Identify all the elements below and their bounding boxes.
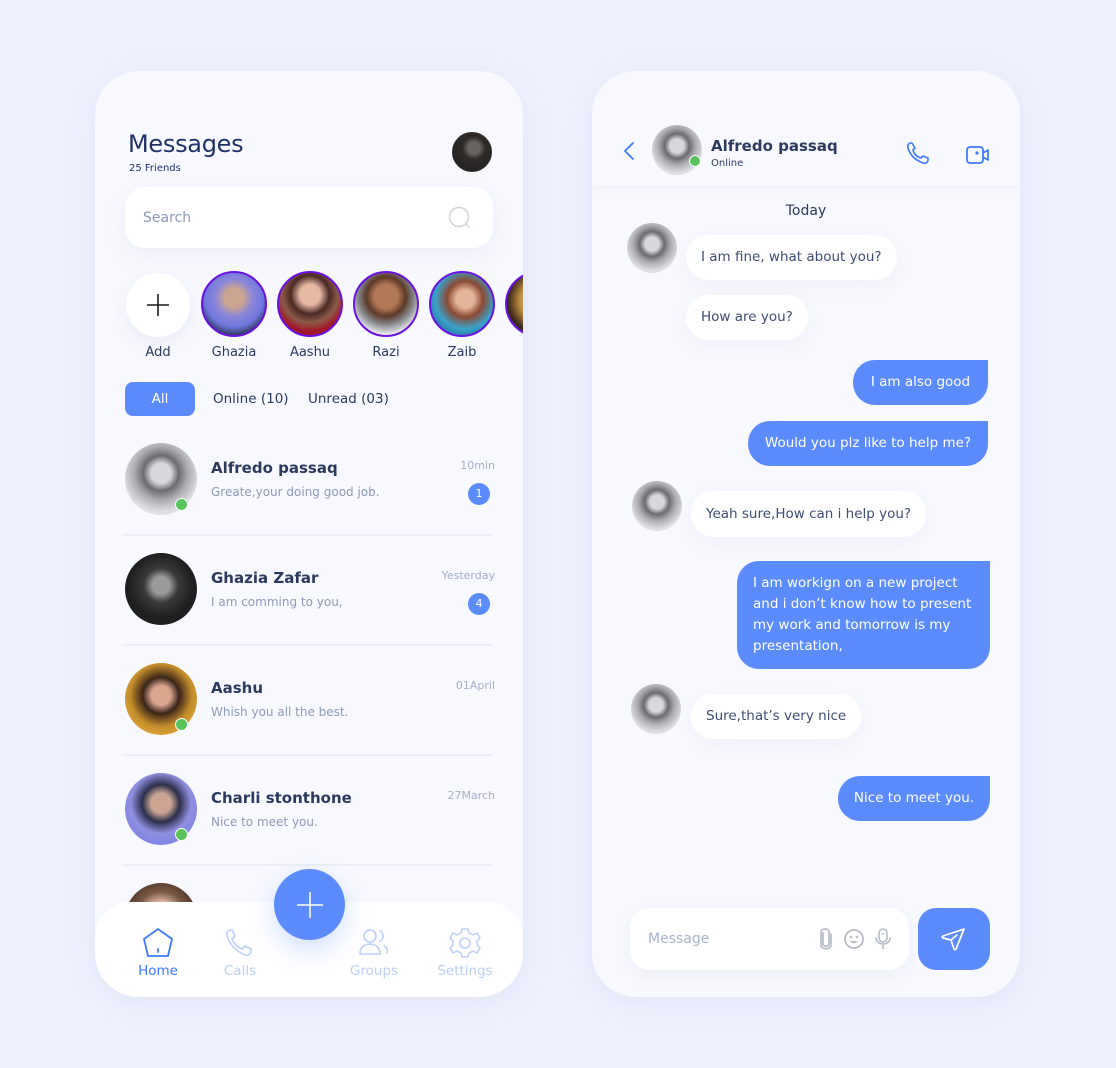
divider xyxy=(122,534,493,536)
chat-header: Alfredo passaq Online xyxy=(592,71,1020,186)
nav-home[interactable]: Home xyxy=(135,927,181,979)
divider xyxy=(122,644,493,646)
divider xyxy=(122,754,493,756)
message-preview: Whish you all the best. xyxy=(211,705,349,719)
plus-icon xyxy=(147,294,169,316)
send-button[interactable] xyxy=(918,908,990,970)
nav-settings[interactable]: Settings xyxy=(436,927,494,979)
story-item[interactable] xyxy=(505,271,523,337)
contact-name: Alfredo passaq xyxy=(211,459,338,477)
chat-screen: Alfredo passaq Online Today I am fine, w… xyxy=(592,71,1020,997)
new-message-button[interactable] xyxy=(274,869,345,940)
nav-label: Groups xyxy=(349,963,399,979)
story-avatar xyxy=(277,271,343,337)
story-avatar xyxy=(429,271,495,337)
story-item[interactable]: Razi xyxy=(353,271,419,360)
messages-screen: Messages 25 Friends Add Ghazia Aashu xyxy=(95,71,523,997)
story-label: Ghazia xyxy=(211,345,257,360)
groups-icon xyxy=(359,929,389,955)
chat-list-item[interactable]: Alfredo passaq Greate,your doing good jo… xyxy=(122,443,502,553)
friends-count: 25 Friends xyxy=(129,163,181,174)
add-story-button[interactable] xyxy=(126,273,190,337)
search-icon[interactable] xyxy=(447,205,473,231)
chat-list: Alfredo passaq Greate,your doing good jo… xyxy=(122,443,502,883)
message-bubble-outgoing: Nice to meet you. xyxy=(838,776,990,821)
day-separator: Today xyxy=(785,203,827,219)
tab-all[interactable]: All xyxy=(125,382,195,416)
message-time: Yesterday xyxy=(441,569,495,582)
phone-icon xyxy=(225,929,252,957)
contact-avatar[interactable] xyxy=(652,125,702,175)
divider xyxy=(122,864,493,866)
settings-icon xyxy=(449,928,481,958)
search-input[interactable] xyxy=(143,205,433,231)
contact-status: Online xyxy=(711,158,744,169)
online-indicator xyxy=(689,155,701,167)
message-bubble-outgoing: I am workign on a new project and i don’… xyxy=(737,561,990,669)
chat-list-item[interactable]: Charli stonthone Nice to meet you. 27Mar… xyxy=(122,773,502,883)
story-avatar xyxy=(201,271,267,337)
tab-online[interactable]: Online (10) xyxy=(213,382,289,416)
message-input[interactable] xyxy=(648,926,808,952)
profile-avatar[interactable] xyxy=(452,132,492,172)
contact-name: Ghazia Zafar xyxy=(211,569,319,587)
search-bar xyxy=(125,187,493,248)
unread-badge: 4 xyxy=(468,593,490,615)
message-time: 01April xyxy=(455,679,495,692)
story-item[interactable]: Aashu xyxy=(277,271,343,360)
story-item[interactable]: Ghazia xyxy=(201,271,267,360)
online-indicator xyxy=(175,718,188,731)
story-item[interactable]: Zaib xyxy=(429,271,495,360)
story-label: Add xyxy=(145,345,171,360)
story-avatar xyxy=(505,271,523,337)
home-icon xyxy=(143,928,173,957)
contact-name: Charli stonthone xyxy=(211,789,352,807)
microphone-icon[interactable] xyxy=(872,927,894,951)
video-call-icon[interactable] xyxy=(965,142,991,168)
sender-avatar xyxy=(627,223,677,273)
story-label: Razi xyxy=(372,345,400,360)
contact-name: Aashu xyxy=(211,679,264,697)
phone-icon[interactable] xyxy=(905,141,931,167)
plus-icon xyxy=(296,891,323,918)
online-indicator xyxy=(175,828,188,841)
message-time: 27March xyxy=(447,789,495,802)
message-composer xyxy=(630,908,909,970)
page-title: Messages xyxy=(128,130,244,158)
story-label: Aashu xyxy=(289,345,331,360)
message-preview: Nice to meet you. xyxy=(211,815,318,829)
message-bubble-incoming: Yeah sure,How can i help you? xyxy=(691,491,927,537)
message-preview: I am comming to you, xyxy=(211,595,343,609)
back-arrow-icon[interactable] xyxy=(620,140,640,162)
message-time: 10min xyxy=(460,459,495,472)
chat-list-item[interactable]: Aashu Whish you all the best. 01April xyxy=(122,663,502,773)
tab-unread[interactable]: Unread (03) xyxy=(308,382,389,416)
message-preview: Greate,your doing good job. xyxy=(211,485,380,499)
nav-label: Settings xyxy=(437,963,493,979)
emoji-icon[interactable] xyxy=(843,927,865,951)
message-bubble-outgoing: Would you plz like to help me? xyxy=(748,421,988,466)
stories-row: Add Ghazia Aashu Razi Zaib xyxy=(125,271,523,371)
story-avatar xyxy=(353,271,419,337)
story-label: Zaib xyxy=(447,345,477,360)
avatar xyxy=(125,553,197,625)
story-add[interactable]: Add xyxy=(125,271,191,360)
nav-label: Home xyxy=(138,963,178,979)
sender-avatar xyxy=(631,684,681,734)
contact-name: Alfredo passaq xyxy=(711,137,838,155)
nav-groups[interactable]: Groups xyxy=(347,927,401,979)
send-icon xyxy=(941,928,965,951)
message-bubble-incoming: Sure,that’s very nice xyxy=(691,694,862,739)
message-bubble-incoming: I am fine, what about you? xyxy=(686,235,897,280)
attachment-icon[interactable] xyxy=(815,927,837,951)
nav-label: Calls xyxy=(223,963,257,979)
online-indicator xyxy=(175,498,188,511)
message-bubble-outgoing: I am also good xyxy=(853,360,988,405)
chat-list-item[interactable]: Ghazia Zafar I am comming to you, Yester… xyxy=(122,553,502,663)
sender-avatar xyxy=(632,481,682,531)
nav-calls[interactable]: Calls xyxy=(219,927,261,979)
unread-badge: 1 xyxy=(468,483,490,505)
message-bubble-incoming: How are you? xyxy=(686,295,808,340)
